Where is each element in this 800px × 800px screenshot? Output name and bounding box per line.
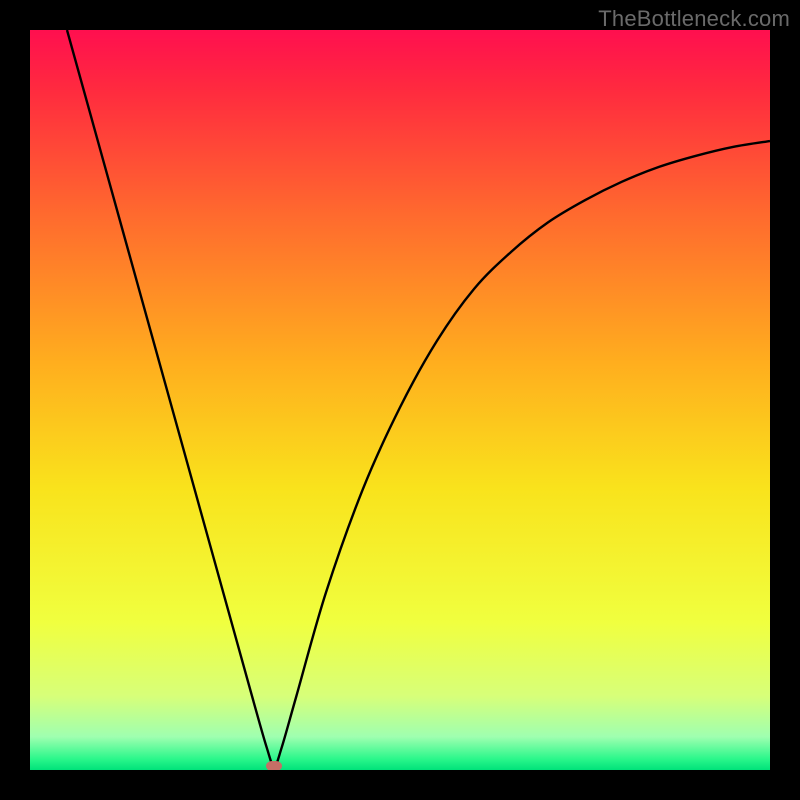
chart-frame: TheBottleneck.com [0, 0, 800, 800]
minimum-marker [266, 761, 282, 770]
watermark-text: TheBottleneck.com [598, 6, 790, 32]
curve-layer [30, 30, 770, 770]
bottleneck-curve [67, 30, 770, 766]
plot-area [30, 30, 770, 770]
